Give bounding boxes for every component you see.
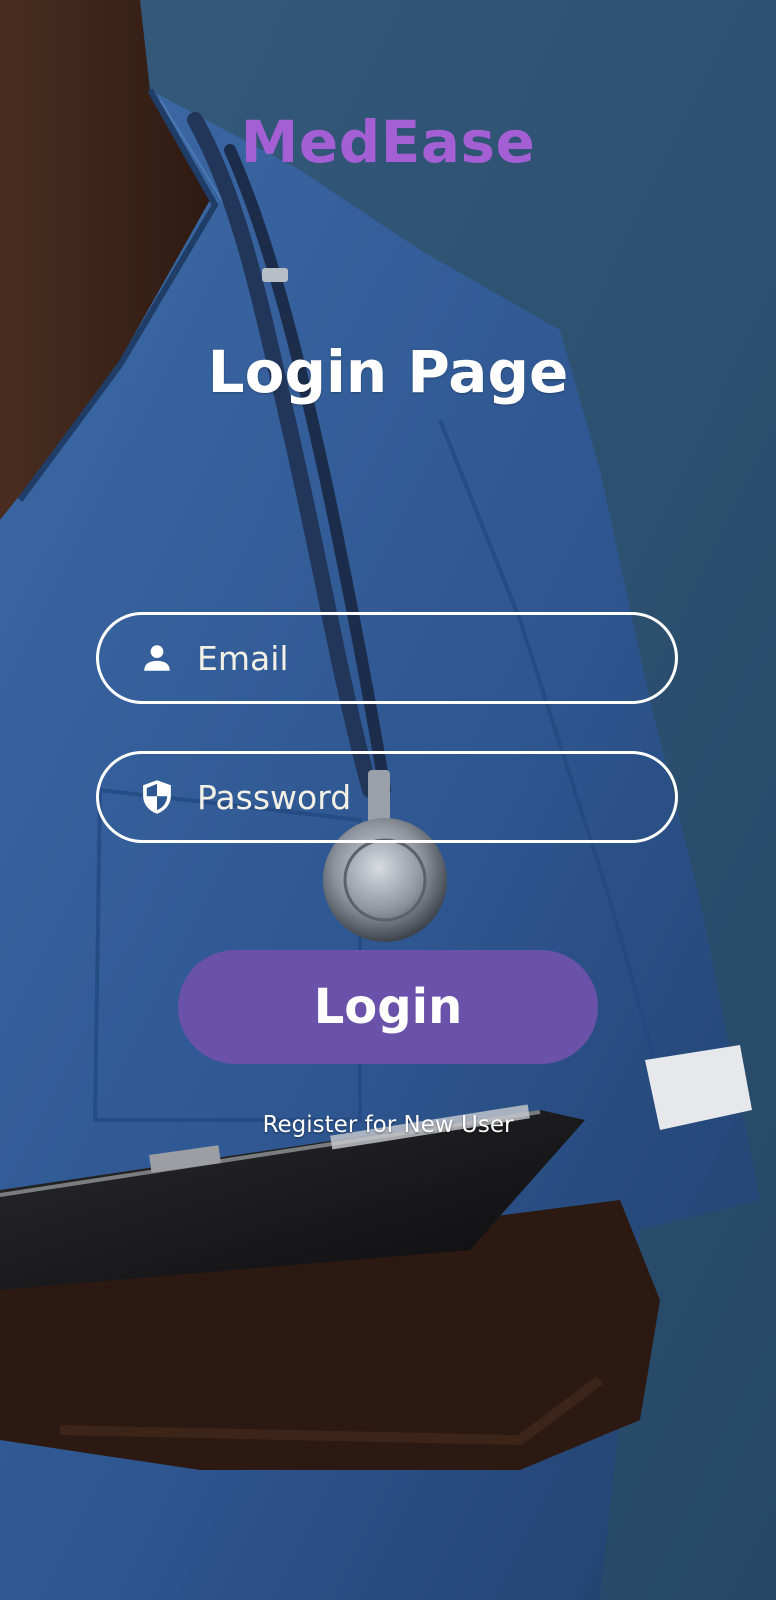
login-button[interactable]: Login xyxy=(178,950,598,1064)
shield-icon xyxy=(137,777,177,817)
password-input[interactable] xyxy=(197,767,675,827)
app-logo-title: MedEase xyxy=(240,108,536,176)
password-field[interactable] xyxy=(96,751,678,843)
login-screen: MedEase Login Page Login Register for Ne… xyxy=(0,0,776,1600)
person-icon xyxy=(137,638,177,678)
email-field[interactable] xyxy=(96,612,678,704)
register-link[interactable]: Register for New User xyxy=(0,1112,776,1138)
email-input[interactable] xyxy=(197,628,675,688)
page-title: Login Page xyxy=(207,338,569,406)
